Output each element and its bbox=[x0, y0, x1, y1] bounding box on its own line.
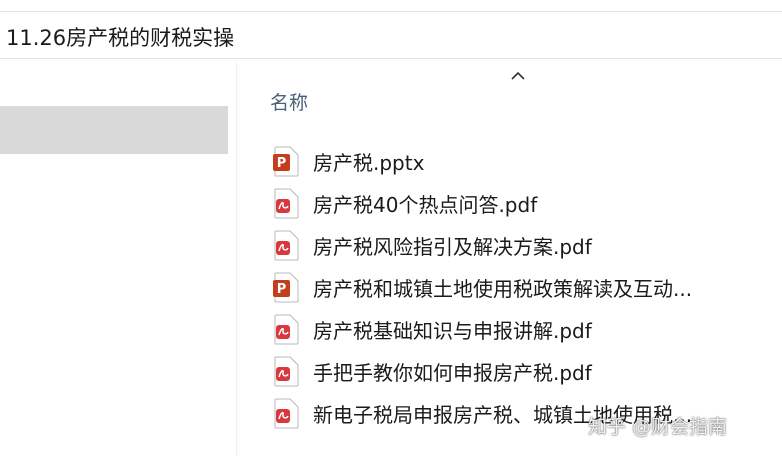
file-name: 房产税和城镇土地使用税政策解读及互动... bbox=[313, 277, 693, 301]
file-name: 手把手教你如何申报房产税.pdf bbox=[313, 361, 592, 385]
pdf-file-icon bbox=[274, 398, 299, 429]
file-list: P 房产税.pptx 房产税40个热点问答.pdf 房产税风险指引及解决方案.p… bbox=[270, 140, 782, 434]
file-name: 房产税风险指引及解决方案.pdf bbox=[313, 235, 592, 259]
pane-divider[interactable] bbox=[236, 60, 237, 456]
navigation-pane bbox=[0, 60, 236, 456]
file-name: 房产税.pptx bbox=[313, 151, 425, 175]
address-path[interactable]: 11.26房产税的财税实操 bbox=[6, 22, 234, 52]
pdf-file-icon bbox=[274, 230, 299, 261]
nav-item-selected[interactable] bbox=[0, 106, 228, 154]
pdf-file-icon bbox=[274, 188, 299, 219]
chevron-up-icon[interactable] bbox=[508, 68, 528, 82]
file-item[interactable]: 房产税风险指引及解决方案.pdf bbox=[270, 224, 782, 266]
file-name: 房产税基础知识与申报讲解.pdf bbox=[313, 319, 592, 343]
file-name: 房产税40个热点问答.pdf bbox=[313, 193, 538, 217]
file-item[interactable]: 房产税40个热点问答.pdf bbox=[270, 182, 782, 224]
svg-text:P: P bbox=[277, 156, 287, 171]
powerpoint-file-icon: P bbox=[273, 272, 299, 303]
pdf-file-icon bbox=[274, 356, 299, 387]
file-item[interactable]: 手把手教你如何申报房产税.pdf bbox=[270, 350, 782, 392]
svg-text:P: P bbox=[277, 282, 287, 297]
pdf-file-icon bbox=[274, 314, 299, 345]
address-bar[interactable]: 11.26房产税的财税实操 bbox=[0, 11, 782, 59]
file-item[interactable]: 房产税基础知识与申报讲解.pdf bbox=[270, 308, 782, 350]
powerpoint-file-icon: P bbox=[273, 146, 299, 177]
file-item[interactable]: P 房产税和城镇土地使用税政策解读及互动... bbox=[270, 266, 782, 308]
watermark: 知乎 @财会指南 bbox=[588, 416, 728, 438]
column-header-name[interactable]: 名称 bbox=[270, 88, 308, 115]
file-item[interactable]: P 房产税.pptx bbox=[270, 140, 782, 182]
